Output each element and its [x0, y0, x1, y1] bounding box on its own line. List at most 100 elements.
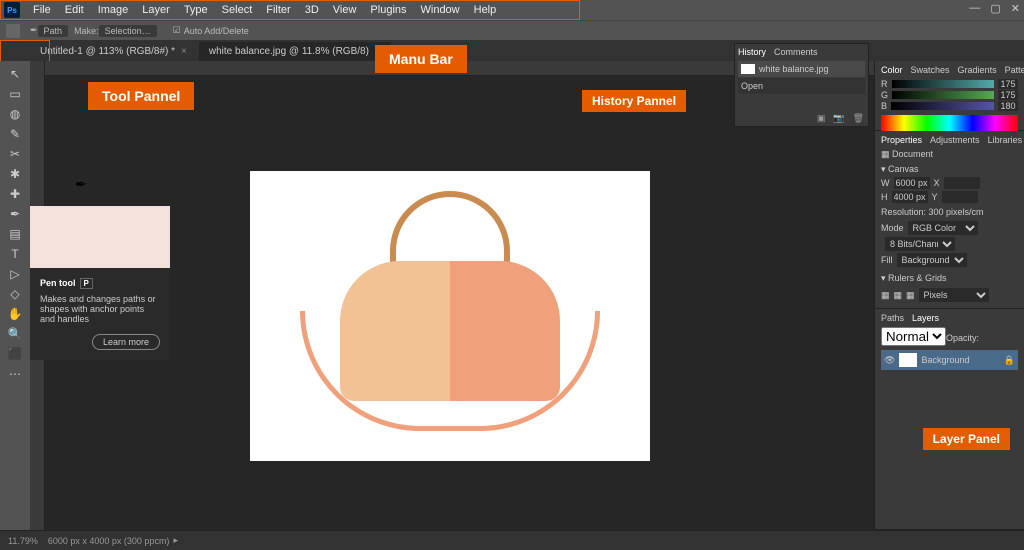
b-slider[interactable]: [891, 102, 994, 110]
menu-plugins[interactable]: Plugins: [363, 4, 413, 16]
hand-tool[interactable]: ✋: [4, 305, 26, 323]
blend-select[interactable]: Normal: [881, 327, 946, 346]
tab-comments[interactable]: Comments: [774, 47, 818, 57]
learn-more-button[interactable]: Learn more: [92, 334, 160, 350]
right-panels: Color Swatches Gradients Patterns R175 G…: [874, 61, 1024, 530]
menu-3d[interactable]: 3D: [298, 4, 326, 16]
camera-icon[interactable]: 📷: [833, 113, 844, 124]
menu-type[interactable]: Type: [177, 4, 215, 16]
units-select[interactable]: Pixels: [919, 288, 989, 302]
callout-layer: Layer Panel: [923, 428, 1010, 450]
rulers-section[interactable]: ▾ Rulers & Grids: [881, 273, 1018, 284]
grid-icon[interactable]: ▦: [894, 290, 903, 301]
menu-view[interactable]: View: [326, 4, 364, 16]
layer-name[interactable]: Background: [921, 355, 969, 365]
selection-button[interactable]: Selection…: [99, 25, 157, 37]
menu-layer[interactable]: Layer: [135, 4, 177, 16]
path-mode-select[interactable]: Path: [38, 25, 69, 37]
status-chevron-icon[interactable]: ▸: [173, 535, 178, 546]
lock-icon[interactable]: 🔒: [1004, 355, 1015, 366]
autoadd-label: Auto Add/Delete: [184, 26, 249, 36]
menu-bar: Ps File Edit Image Layer Type Select Fil…: [0, 0, 1024, 20]
tooltip-title: Pen tool: [40, 278, 76, 288]
tab-gradients[interactable]: Gradients: [958, 65, 997, 75]
color-panel: Color Swatches Gradients Patterns R175 G…: [875, 61, 1024, 131]
cursor-icon: ✒: [75, 176, 87, 193]
close-icon[interactable]: ✕: [1011, 2, 1020, 15]
path-tool[interactable]: ▷: [4, 265, 26, 283]
zoom-level[interactable]: 11.79%: [8, 536, 38, 546]
ruler-icon[interactable]: ▦: [881, 290, 890, 301]
type-tool[interactable]: T: [4, 245, 26, 263]
history-panel[interactable]: History Comments white balance.jpg Open …: [734, 43, 869, 127]
visibility-icon[interactable]: 👁: [884, 355, 895, 366]
trash-icon[interactable]: 🗑: [853, 113, 864, 124]
menu-edit[interactable]: Edit: [58, 4, 91, 16]
r-value[interactable]: 175: [998, 79, 1018, 89]
maximize-icon[interactable]: ▢: [990, 2, 1000, 15]
menu-help[interactable]: Help: [467, 4, 504, 16]
history-row[interactable]: white balance.jpg: [738, 61, 865, 77]
g-slider[interactable]: [892, 91, 994, 99]
layer-thumb[interactable]: [899, 353, 917, 367]
menu-file[interactable]: File: [26, 4, 58, 16]
snapshot-icon[interactable]: ▣: [817, 113, 826, 124]
tab-color[interactable]: Color: [881, 65, 903, 75]
width-input[interactable]: [894, 177, 930, 189]
color-swatch[interactable]: ⬛: [4, 345, 26, 363]
b-value[interactable]: 180: [998, 101, 1018, 111]
tab-adjustments[interactable]: Adjustments: [930, 135, 980, 145]
heal-tool[interactable]: ✚: [4, 185, 26, 203]
x-input[interactable]: [944, 177, 980, 189]
canvas-section[interactable]: ▾ Canvas: [881, 164, 1018, 175]
tab-untitled[interactable]: Untitled-1 @ 113% (RGB/8#) *×: [30, 42, 197, 61]
pen-tool[interactable]: ✒: [4, 205, 26, 223]
menu-select[interactable]: Select: [215, 4, 260, 16]
tab-layers[interactable]: Layers: [912, 313, 939, 323]
move-tool[interactable]: ↖: [4, 65, 26, 83]
marquee-tool[interactable]: ▭: [4, 85, 26, 103]
resolution-label: Resolution: 300 pixels/cm: [881, 207, 1018, 217]
home-icon[interactable]: [6, 24, 20, 38]
g-value[interactable]: 175: [998, 90, 1018, 100]
shape-tool[interactable]: ◇: [4, 285, 26, 303]
tab-properties[interactable]: Properties: [881, 135, 922, 145]
r-slider[interactable]: [892, 80, 995, 88]
tooltip-desc: Makes and changes paths or shapes with a…: [40, 294, 160, 324]
zoom-tool[interactable]: 🔍: [4, 325, 26, 343]
tab-whitebalance[interactable]: white balance.jpg @ 11.8% (RGB/8)×: [199, 42, 391, 61]
tab-history[interactable]: History: [738, 47, 766, 57]
eyedropper-tool[interactable]: ✱: [4, 165, 26, 183]
history-row[interactable]: Open: [738, 78, 865, 94]
close-tab-icon[interactable]: ×: [181, 46, 187, 57]
menu-window[interactable]: Window: [414, 4, 467, 16]
pen-tool-icon: ✒: [30, 25, 38, 36]
tab-patterns[interactable]: Patterns: [1005, 65, 1024, 75]
menu-filter[interactable]: Filter: [259, 4, 297, 16]
tab-libraries[interactable]: Libraries: [988, 135, 1023, 145]
doc-dimensions: 6000 px x 4000 px (300 ppcm): [48, 536, 170, 546]
guide-icon[interactable]: ▦: [906, 290, 915, 301]
crop-tool[interactable]: ✎: [4, 125, 26, 143]
y-input[interactable]: [942, 191, 978, 203]
tab-swatches[interactable]: Swatches: [911, 65, 950, 75]
status-bar: 11.79% 6000 px x 4000 px (300 ppcm) ▸: [0, 530, 1024, 550]
height-input[interactable]: [892, 191, 928, 203]
autoadd-checkbox[interactable]: ☑: [173, 25, 181, 36]
make-label: Make:: [74, 26, 99, 36]
frame-tool[interactable]: ✂: [4, 145, 26, 163]
lasso-tool[interactable]: ◍: [4, 105, 26, 123]
edit-toolbar[interactable]: ⋯: [4, 365, 26, 383]
callout-tool: Tool Pannel: [88, 82, 194, 110]
menu-image[interactable]: Image: [91, 4, 136, 16]
depth-select[interactable]: 8 Bits/Channel: [885, 237, 955, 251]
artboard[interactable]: [250, 171, 650, 461]
tab-paths[interactable]: Paths: [881, 313, 904, 323]
callout-menu: Manu Bar: [375, 45, 467, 73]
layer-row[interactable]: 👁 Background 🔒: [881, 350, 1018, 370]
gradient-tool[interactable]: ▤: [4, 225, 26, 243]
mode-select[interactable]: RGB Color: [908, 221, 978, 235]
minimize-icon[interactable]: —: [969, 2, 980, 15]
fill-select[interactable]: Background Color: [897, 253, 967, 267]
color-spectrum[interactable]: [881, 115, 1018, 131]
